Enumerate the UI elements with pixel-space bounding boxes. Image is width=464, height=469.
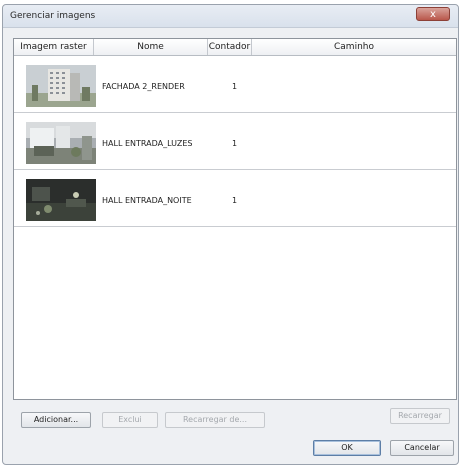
column-header-raster[interactable]: Imagem raster (14, 39, 94, 55)
image-count: 1 (232, 196, 238, 205)
reload-button[interactable]: Recarregar (390, 408, 450, 424)
image-name: FACHADA 2_RENDER (102, 82, 185, 91)
image-count: 1 (232, 139, 238, 148)
table-row[interactable]: FACHADA 2_RENDER 1 (14, 56, 456, 113)
image-name: HALL ENTRADA_NOITE (102, 196, 192, 205)
delete-button[interactable]: Exclui (102, 412, 158, 428)
image-list: Imagem raster Nome Contador Caminho FACH… (13, 38, 457, 400)
hall-night-thumbnail-icon (26, 179, 96, 221)
close-button[interactable]: x (416, 7, 450, 21)
title-bar: Gerenciar imagens x (3, 5, 458, 28)
image-name: HALL ENTRADA_LUZES (102, 139, 193, 148)
add-button[interactable]: Adicionar... (21, 412, 91, 428)
image-count: 1 (232, 82, 238, 91)
column-header-path[interactable]: Caminho (252, 39, 456, 55)
window-title: Gerenciar imagens (10, 11, 96, 21)
list-header: Imagem raster Nome Contador Caminho (14, 39, 456, 56)
cancel-button[interactable]: Cancelar (390, 440, 454, 456)
building-render-thumbnail-icon (26, 65, 96, 107)
table-row[interactable]: HALL ENTRADA_LUZES 1 (14, 113, 456, 170)
ok-button[interactable]: OK (313, 440, 381, 456)
reload-from-button[interactable]: Recarregar de... (165, 412, 265, 428)
column-header-name[interactable]: Nome (94, 39, 208, 55)
table-row[interactable]: HALL ENTRADA_NOITE 1 (14, 170, 456, 227)
column-header-count[interactable]: Contador (208, 39, 252, 55)
hall-lights-thumbnail-icon (26, 122, 96, 164)
